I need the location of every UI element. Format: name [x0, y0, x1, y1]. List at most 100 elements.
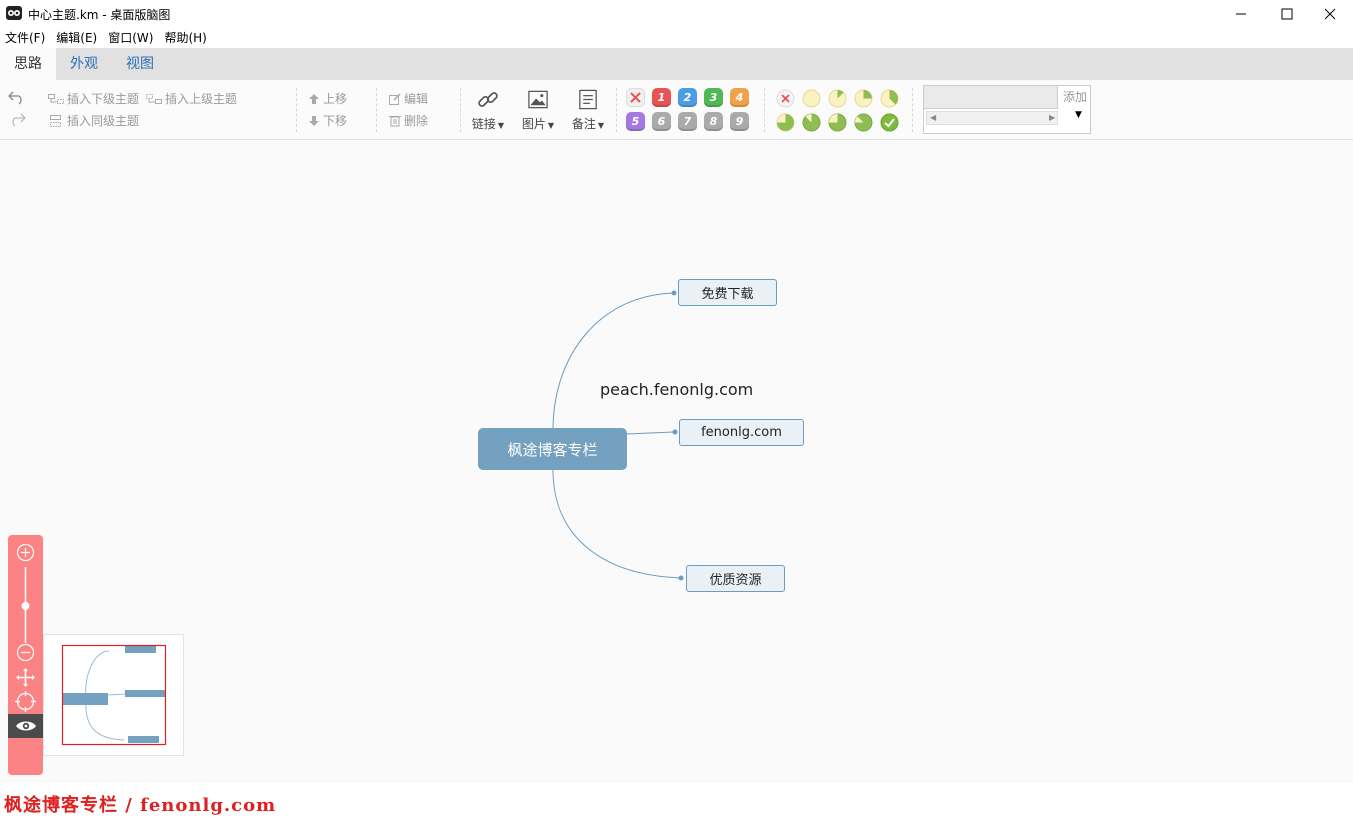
progress-4-icon[interactable]: [776, 113, 795, 132]
scroll-right-icon[interactable]: ▶: [1049, 112, 1055, 124]
progress-1-icon[interactable]: [828, 89, 847, 108]
delete-label: 删除: [404, 114, 429, 128]
separator: [912, 88, 913, 132]
close-icon: [1324, 8, 1336, 20]
maximize-icon: [1281, 8, 1293, 20]
arrow-up-icon: [309, 93, 319, 104]
insert-child-label: 插入下级主题: [67, 92, 140, 106]
mindmap-root-node[interactable]: 枫途博客专栏: [478, 428, 627, 470]
insert-sibling-button[interactable]: 插入同级主题: [48, 112, 139, 129]
menu-bar: 文件(F) 编辑(E) 窗口(W) 帮助(H): [0, 28, 1353, 48]
zoom-panel: [8, 535, 43, 775]
tab-appearance[interactable]: 外观: [56, 48, 112, 80]
redo-icon[interactable]: [8, 111, 26, 127]
mindmap-canvas[interactable]: 免费下载 fenonlg.com 优质资源 peach.fenonlg.com …: [0, 140, 1353, 783]
priority-5-button[interactable]: 5: [626, 112, 645, 131]
menu-help[interactable]: 帮助(H): [159, 28, 212, 48]
progress-6-icon[interactable]: [828, 113, 847, 132]
mindmap-node[interactable]: 免费下载: [678, 279, 777, 306]
move-down-button[interactable]: 下移: [308, 112, 347, 129]
image-label: 图片: [521, 117, 546, 131]
progress-2-icon[interactable]: [854, 89, 873, 108]
resource-scrollbar[interactable]: ◀ ▶: [926, 111, 1058, 125]
eye-icon: [15, 721, 36, 731]
ribbon-tabs: 思路 外观 视图: [0, 48, 1353, 80]
insert-parent-button[interactable]: 插入上级主题: [146, 90, 237, 107]
link-label: 链接: [471, 117, 496, 131]
resource-panel: 添加 ◀ ▶ ▼: [923, 85, 1091, 134]
trash-icon: [389, 116, 401, 127]
remove-icon: [630, 92, 641, 103]
caret-down-icon: ▼: [497, 121, 505, 130]
edit-label: 编辑: [404, 92, 429, 106]
priority-3-button[interactable]: 3: [704, 88, 723, 107]
locate-icon[interactable]: [15, 691, 36, 712]
separator: [376, 88, 377, 132]
tab-idea[interactable]: 思路: [0, 48, 56, 80]
caret-down-icon: ▼: [547, 121, 555, 130]
zoom-out-icon[interactable]: [15, 642, 36, 663]
footer-watermark: 枫途博客专栏 / fenonlg.com: [4, 795, 277, 816]
insert-child-icon: [48, 93, 64, 104]
progress-5-icon[interactable]: [802, 113, 821, 132]
priority-4-button[interactable]: 4: [730, 88, 749, 107]
edit-button[interactable]: 编辑: [389, 90, 428, 107]
separator: [296, 88, 297, 132]
priority-6-button[interactable]: 6: [652, 112, 671, 131]
link-button[interactable]: 链接 ▼: [466, 88, 510, 132]
progress-7-icon[interactable]: [854, 113, 873, 132]
pencil-icon: [389, 92, 401, 105]
progress-remove-icon[interactable]: [776, 89, 795, 108]
insert-parent-icon: [146, 93, 162, 104]
delete-button[interactable]: 删除: [389, 112, 428, 129]
undo-icon[interactable]: [8, 89, 26, 105]
mindmap-node[interactable]: 优质资源: [686, 565, 785, 592]
progress-3-icon[interactable]: [880, 89, 899, 108]
note-icon: [579, 89, 597, 110]
insert-child-button[interactable]: 插入下级主题: [48, 90, 139, 107]
app-owl-icon: [6, 6, 22, 20]
resource-dropdown-icon[interactable]: ▼: [1075, 110, 1082, 120]
resource-add-button[interactable]: 添加: [1059, 86, 1091, 109]
priority-remove-button[interactable]: [626, 88, 645, 107]
note-button[interactable]: 备注 ▼: [566, 88, 610, 132]
priority-2-button[interactable]: 2: [678, 88, 697, 107]
resource-input[interactable]: [924, 86, 1058, 109]
progress-0-icon[interactable]: [802, 89, 821, 108]
move-icon[interactable]: [15, 667, 36, 688]
arrow-down-icon: [309, 115, 319, 126]
zoom-slider[interactable]: [20, 567, 31, 643]
minimap-preview: [61, 644, 167, 746]
window-title: 中心主题.km - 桌面版脑图: [28, 8, 171, 22]
mindmap-node[interactable]: fenonlg.com: [679, 419, 804, 446]
priority-7-button[interactable]: 7: [678, 112, 697, 131]
title-bar: 中心主题.km - 桌面版脑图: [0, 0, 1353, 28]
priority-1-button[interactable]: 1: [652, 88, 671, 107]
priority-9-button[interactable]: 9: [730, 112, 749, 131]
navigator-toggle-button[interactable]: [8, 714, 43, 738]
scroll-left-icon[interactable]: ◀: [930, 112, 936, 124]
menu-edit[interactable]: 编辑(E): [51, 28, 103, 48]
insert-sibling-label: 插入同级主题: [67, 114, 140, 128]
menu-window[interactable]: 窗口(W): [103, 28, 159, 48]
image-button[interactable]: 图片 ▼: [516, 88, 560, 132]
close-button[interactable]: [1307, 0, 1353, 28]
insert-parent-label: 插入上级主题: [165, 92, 238, 106]
caret-down-icon: ▼: [597, 121, 605, 130]
link-icon: [478, 92, 498, 107]
menu-file[interactable]: 文件(F): [0, 28, 51, 48]
minimize-button[interactable]: [1218, 0, 1264, 28]
separator: [616, 88, 617, 132]
insert-sibling-icon: [50, 114, 61, 127]
maximize-button[interactable]: [1264, 0, 1310, 28]
zoom-in-icon[interactable]: [15, 542, 36, 563]
move-down-label: 下移: [323, 114, 348, 128]
move-up-button[interactable]: 上移: [308, 90, 347, 107]
tab-view[interactable]: 视图: [112, 48, 168, 80]
note-label: 备注: [571, 117, 596, 131]
navigator-minimap[interactable]: [43, 634, 184, 756]
priority-8-button[interactable]: 8: [704, 112, 723, 131]
minimize-icon: [1236, 13, 1246, 15]
move-up-label: 上移: [323, 92, 348, 106]
progress-done-icon[interactable]: [880, 113, 899, 132]
